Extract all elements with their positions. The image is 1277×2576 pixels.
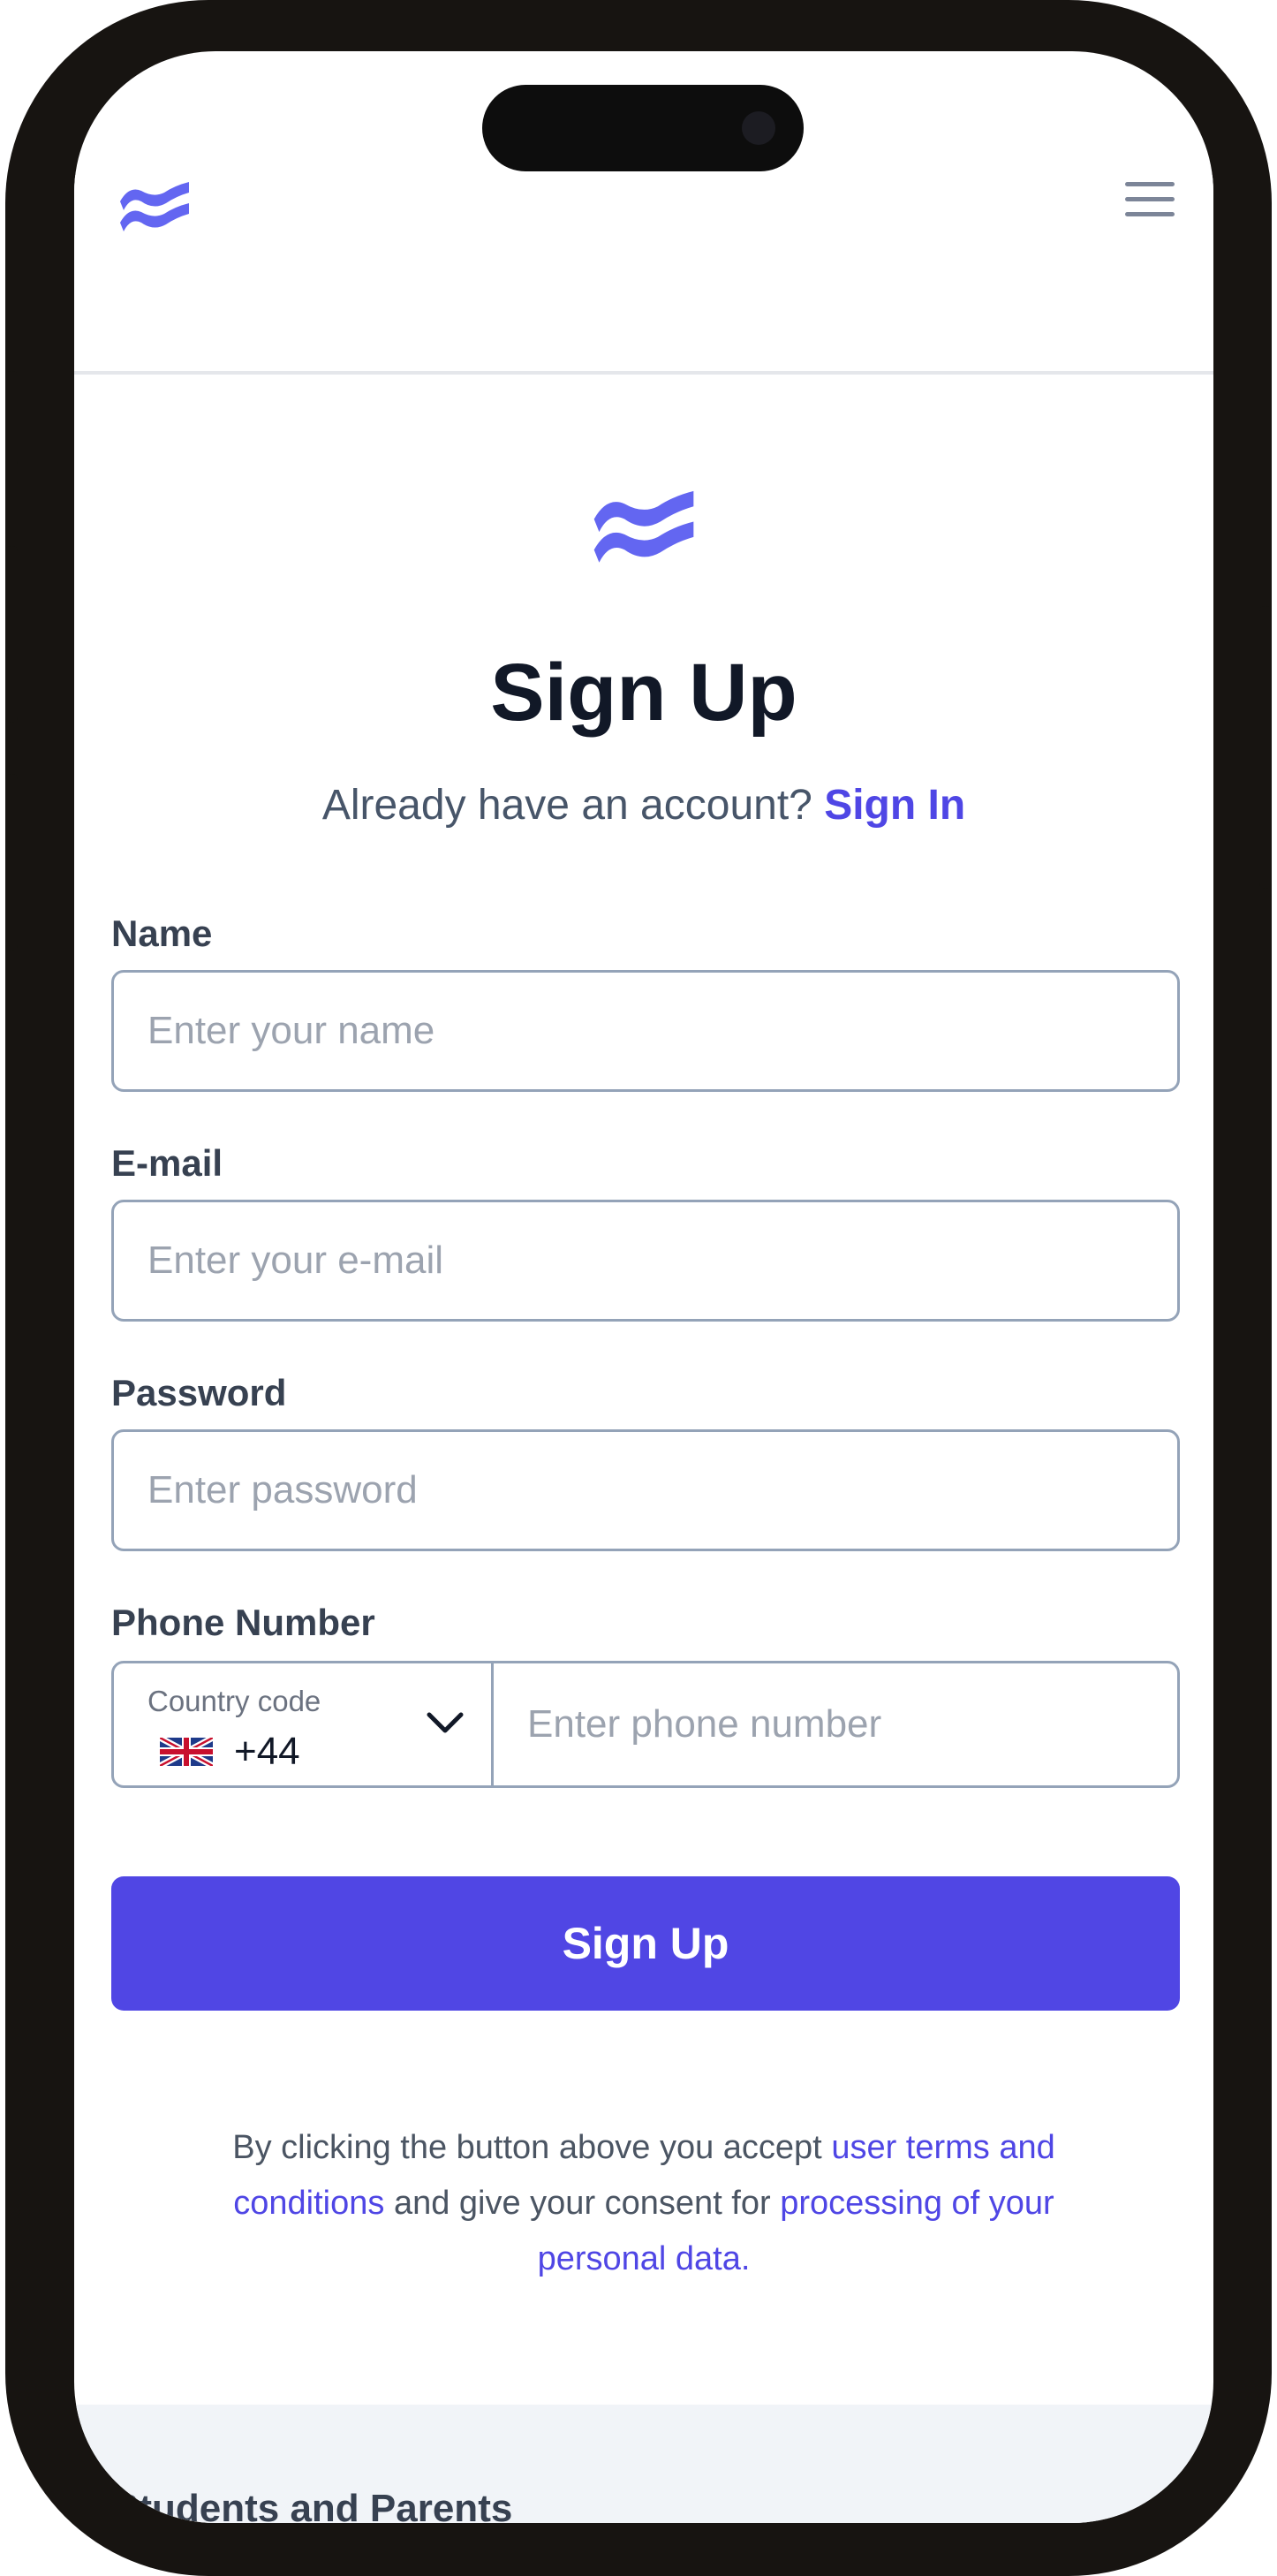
wave-logo-icon[interactable]	[115, 175, 194, 233]
phone-frame: Sign Up Already have an account? Sign In…	[5, 0, 1272, 2576]
email-label: E-mail	[111, 1142, 223, 1184]
footer-heading: Students and Parents	[113, 2487, 513, 2524]
footer-section: Students and Parents	[74, 2405, 1213, 2523]
sign-up-button[interactable]: Sign Up	[111, 1876, 1180, 2011]
phone-number-input[interactable]	[494, 1663, 1177, 1785]
app-header	[74, 175, 1213, 375]
email-input[interactable]	[111, 1200, 1180, 1322]
page-title: Sign Up	[490, 648, 797, 738]
phone-screen: Sign Up Already have an account? Sign In…	[74, 51, 1213, 2523]
legal-text-1: By clicking the button above you accept	[232, 2129, 832, 2166]
chevron-down-icon	[427, 1712, 464, 1733]
uk-flag-icon	[160, 1738, 213, 1766]
volume-up-button	[5, 546, 18, 723]
phone-field: Country code +44	[111, 1661, 1180, 1788]
dynamic-island	[482, 85, 804, 171]
name-label: Name	[111, 913, 213, 954]
name-input[interactable]	[111, 970, 1180, 1092]
country-code-label: Country code	[147, 1685, 321, 1717]
legal-text-2: and give your consent for	[384, 2185, 781, 2222]
country-code-select[interactable]: Country code +44	[114, 1663, 494, 1785]
legal-notice: By clicking the button above you accept …	[207, 2120, 1081, 2287]
camera-icon	[742, 111, 775, 145]
action-button	[5, 371, 18, 466]
power-button	[1259, 606, 1272, 889]
wave-logo-icon	[593, 490, 694, 563]
volume-down-button	[5, 774, 18, 951]
country-code-value: +44	[234, 1730, 300, 1773]
hamburger-menu-icon[interactable]	[1125, 180, 1178, 219]
phone-label: Phone Number	[111, 1602, 375, 1643]
signin-prompt: Already have an account? Sign In	[74, 784, 1213, 827]
password-label: Password	[111, 1372, 287, 1413]
password-input[interactable]	[111, 1429, 1180, 1551]
signin-link[interactable]: Sign In	[824, 782, 965, 829]
signin-prompt-text: Already have an account?	[321, 782, 812, 829]
